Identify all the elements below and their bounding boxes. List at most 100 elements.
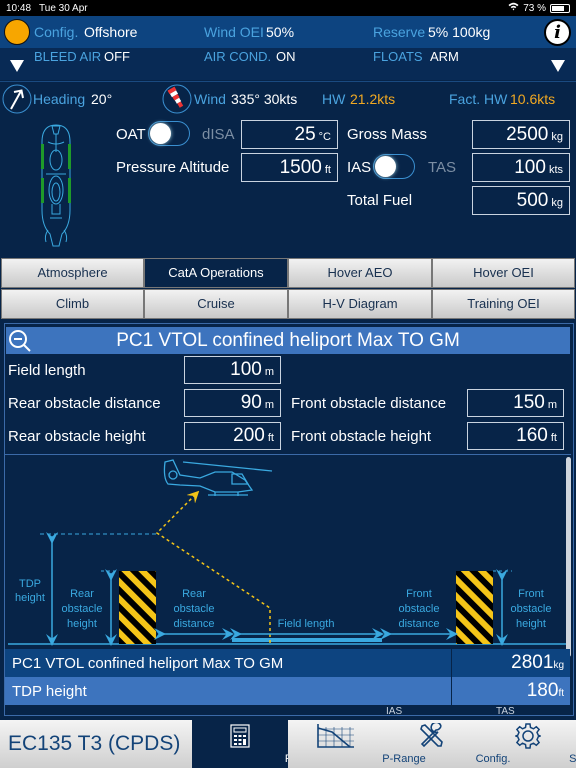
rear-obstacle-height-label-3: height <box>67 618 97 630</box>
reserve-value: 5% 100kg <box>428 24 491 40</box>
rear-obstacle-height-label-2: obstacle <box>62 603 103 615</box>
gross-mass-input[interactable]: 2500 kg <box>472 120 570 149</box>
field-length-diagram-label: Field length <box>278 618 335 630</box>
expand-left-icon[interactable] <box>10 60 24 72</box>
front-obstacle-distance-label-3: distance <box>399 618 440 630</box>
front-obstacle-height-label-1: Front <box>518 588 544 600</box>
tdp-height-label-2: height <box>15 592 45 604</box>
ias-tas-toggle[interactable] <box>373 154 415 179</box>
rear-obstacle-height-label: Rear obstacle height <box>8 428 146 445</box>
config-bar[interactable]: Config. Offshore Wind OEI 50% Reserve 5%… <box>0 16 576 48</box>
status-date: Tue 30 Apr <box>39 2 88 14</box>
options-bar[interactable]: BLEED AIR OFF AIR COND. ON FLOATS ARM <box>0 48 576 80</box>
result-label: TDP height <box>12 683 87 700</box>
oat-toggle-left-label: OAT <box>116 126 146 143</box>
air-cond-label: AIR COND. <box>204 49 272 64</box>
floats-label: FLOATS <box>373 49 423 64</box>
tab-p-range[interactable]: P-Range <box>288 720 426 768</box>
front-obstacle-distance-input[interactable]: 150 m <box>467 389 564 417</box>
rear-obstacle-distance-label-2: obstacle <box>174 603 215 615</box>
tab-training-oei[interactable]: Training OEI <box>432 289 575 319</box>
tab-climb[interactable]: Climb <box>1 289 144 319</box>
field-length-label: Field length <box>8 362 86 379</box>
oat-input[interactable]: 25 °C <box>241 120 338 149</box>
wind-oei-label: Wind OEI <box>204 24 264 40</box>
tab-atmosphere[interactable]: Atmosphere <box>1 258 144 288</box>
tab-hover-aeo[interactable]: Hover AEO <box>288 258 432 288</box>
rear-obstacle-distance-label: Rear obstacle distance <box>8 395 161 412</box>
rear-obstacle-distance-input[interactable]: 90 m <box>184 389 281 417</box>
front-obstacle-height-label-2: obstacle <box>511 603 552 615</box>
bleed-air-label: BLEED AIR <box>34 49 102 64</box>
wind-label: Wind <box>194 91 226 107</box>
speed-toggle-right-label: TAS <box>428 159 457 176</box>
aircraft-model: EC135 T3 (CPDS) <box>0 720 192 768</box>
result-value: 180 <box>526 680 559 701</box>
result-row: TDP height 180ft <box>5 677 570 705</box>
tab-settings[interactable]: Settings <box>480 720 576 768</box>
reserve-label: Reserve <box>373 24 426 40</box>
pressure-altitude-label: Pressure Altitude <box>116 159 230 176</box>
floats-value: ARM <box>430 49 459 64</box>
helicopter-top-view-icon <box>36 122 76 255</box>
hw-label: HW <box>322 91 346 107</box>
front-obstacle <box>456 571 493 644</box>
helicopter-side-icon <box>163 459 273 496</box>
front-obstacle-distance-label: Front obstacle distance <box>291 395 447 412</box>
field-length-input[interactable]: 100 m <box>184 356 281 384</box>
result-row: PC1 VTOL confined heliport Max TO GM 280… <box>5 649 570 677</box>
air-cond-value: ON <box>276 49 296 64</box>
battery-percent: 73 % <box>523 2 546 14</box>
status-indicator[interactable] <box>4 19 30 45</box>
scrollbar[interactable] <box>566 457 571 657</box>
result-value: 2801 <box>511 652 554 673</box>
divider <box>0 81 576 82</box>
status-bar: 10:48 Tue 30 Apr 73 % <box>0 0 576 16</box>
rear-obstacle <box>119 571 156 644</box>
rear-obstacle-distance-label-1: Rear <box>182 588 206 600</box>
front-obstacle-distance-label-1: Front <box>406 588 432 600</box>
front-obstacle-distance-label-2: obstacle <box>399 603 440 615</box>
field-length-bar <box>232 638 382 642</box>
windsock-icon[interactable] <box>162 84 192 119</box>
gear-icon <box>515 723 541 749</box>
wind-value[interactable]: 335° 30kts <box>231 91 297 107</box>
pressure-altitude-input[interactable]: 1500 ft <box>241 153 338 182</box>
front-obstacle-height-input[interactable]: 160 ft <box>467 422 564 450</box>
heading-label: Heading <box>33 91 86 107</box>
fact-hw-value: 10.6kts <box>510 91 556 107</box>
heading-value[interactable]: 20° <box>91 91 112 107</box>
zoom-out-icon[interactable] <box>8 329 32 358</box>
tab-hover-oei[interactable]: Hover OEI <box>432 258 575 288</box>
bottom-tab-bar: EC135 T3 (CPDS) Perfo P-Range Config. Se… <box>0 720 576 768</box>
ias-column-header: IAS <box>386 706 403 717</box>
total-fuel-input[interactable]: 500 kg <box>472 186 570 215</box>
speed-input[interactable]: 100 kts <box>472 153 570 182</box>
rear-obstacle-distance-label-3: distance <box>174 618 215 630</box>
tab-cata-operations[interactable]: CatA Operations <box>144 258 288 288</box>
tas-column-header: TAS <box>496 706 515 717</box>
tab-hv-diagram[interactable]: H-V Diagram <box>288 289 432 319</box>
tdp-height-label-1: TDP <box>19 578 41 590</box>
tab-config[interactable]: Config. <box>384 720 510 768</box>
chart-icon <box>317 724 354 748</box>
front-obstacle-height-label: Front obstacle height <box>291 428 432 445</box>
wifi-icon <box>508 2 519 14</box>
battery-icon <box>550 3 570 13</box>
front-obstacle-height-label-3: height <box>516 618 546 630</box>
heading-icon[interactable] <box>2 84 32 119</box>
bleed-air-value: OFF <box>104 49 130 64</box>
expand-right-icon[interactable] <box>551 60 565 72</box>
config-value: Offshore <box>84 24 138 40</box>
tab-cruise[interactable]: Cruise <box>144 289 288 319</box>
rear-obstacle-height-input[interactable]: 200 ft <box>184 422 281 450</box>
hw-value: 21.2kts <box>350 91 396 107</box>
fact-hw-label: Fact. HW <box>449 91 508 107</box>
tab-perfo[interactable]: Perfo <box>192 720 311 768</box>
config-label: Config. <box>34 24 79 40</box>
cata-diagram: TDP height Rear obstacle height Rear obs… <box>8 459 570 646</box>
oat-toggle-right-label: dISA <box>202 126 235 143</box>
oat-disa-toggle[interactable] <box>148 121 190 146</box>
total-fuel-label: Total Fuel <box>347 192 413 209</box>
info-button[interactable]: i <box>544 19 571 46</box>
